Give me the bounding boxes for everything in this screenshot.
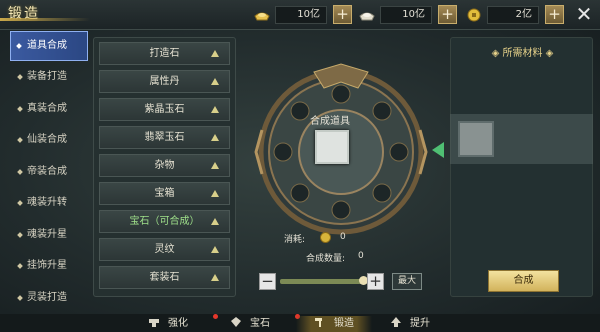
tab-spirit-equip-forge[interactable]: 灵装打造 xyxy=(0,282,88,314)
list-item-spirit-pattern[interactable]: 灵纹 xyxy=(99,238,230,261)
list-item-set-stone[interactable]: 套装石 xyxy=(99,266,230,289)
gold-amount: 10亿 xyxy=(275,5,327,24)
diamond-icon xyxy=(17,231,23,238)
add-coin-button[interactable]: + xyxy=(545,5,564,24)
category-tabs: 道具合成 装备打造 真装合成 仙装合成 帝装合成 魂装升转 魂装升星 挂饰升星 … xyxy=(0,31,88,313)
tab-ornament-star[interactable]: 挂饰升星 xyxy=(0,250,88,282)
quantity-value: 0 xyxy=(358,251,364,261)
tab-soul-equip-convert[interactable]: 魂装升转 xyxy=(0,187,88,219)
list-item-treasure-box[interactable]: 宝箱 xyxy=(99,182,230,205)
bottom-tab-gem[interactable]: 宝石 xyxy=(230,316,270,332)
cost-label: 消耗: xyxy=(284,235,306,245)
expand-arrow-icon xyxy=(211,78,219,85)
quantity-label: 合成数量: xyxy=(306,254,346,264)
upgrade-icon xyxy=(391,317,401,327)
expand-arrow-icon xyxy=(211,106,219,113)
list-item-amethyst-jade[interactable]: 紫晶玉石 xyxy=(99,98,230,121)
gem-icon xyxy=(231,317,241,327)
expand-arrow-icon xyxy=(211,274,219,281)
coin-icon xyxy=(320,232,331,243)
bottom-tab-enhance[interactable]: 强化 xyxy=(148,316,188,332)
diamond-icon xyxy=(16,43,22,49)
combine-item-label: 合成道具 xyxy=(310,116,350,127)
diamond-icon xyxy=(17,137,23,143)
silver-amount: 10亿 xyxy=(380,5,432,24)
tab-item-combine[interactable]: 道具合成 xyxy=(10,31,88,61)
list-item-forge-stone[interactable]: 打造石 xyxy=(99,42,230,65)
diamond-icon xyxy=(17,263,23,269)
diamond-icon xyxy=(17,168,23,175)
diamond-icon xyxy=(17,105,23,112)
resource-gold: 10亿 + xyxy=(253,4,352,25)
tab-soul-equip-star[interactable]: 魂装升星 xyxy=(0,219,88,251)
expand-arrow-icon xyxy=(211,162,219,169)
left-arrow-icon xyxy=(432,142,444,158)
expand-arrow-icon xyxy=(211,218,219,225)
notification-dot xyxy=(213,314,218,319)
hammer-icon xyxy=(315,318,322,327)
expand-arrow-icon xyxy=(211,246,219,253)
gold-ingot-icon xyxy=(254,12,270,20)
list-item-emerald-jade[interactable]: 翡翠玉石 xyxy=(99,126,230,149)
tab-true-equip-combine[interactable]: 真装合成 xyxy=(0,93,88,125)
compose-button[interactable]: 合成 xyxy=(488,270,559,292)
item-category-list: 打造石 属性丹 紫晶玉石 翡翠玉石 杂物 宝箱 宝石（可合成） 灵纹 套装石 xyxy=(93,37,236,297)
tab-equipment-forge[interactable]: 装备打造 xyxy=(0,61,88,93)
list-item-gem[interactable]: 宝石（可合成） xyxy=(99,210,230,233)
title-decoration xyxy=(0,18,90,21)
required-materials-panel: ◈ 所需材料 ◈ xyxy=(450,37,593,297)
quantity-slider[interactable] xyxy=(280,279,366,284)
max-quantity-button[interactable]: 最大 xyxy=(392,273,422,290)
diamond-icon xyxy=(17,200,23,206)
resource-silver: 10亿 + xyxy=(358,4,457,25)
list-item-attribute-pill[interactable]: 属性丹 xyxy=(99,70,230,93)
bottom-tab-upgrade[interactable]: 提升 xyxy=(390,316,430,332)
anvil-icon xyxy=(149,319,159,327)
expand-arrow-icon xyxy=(211,50,219,57)
diamond-icon xyxy=(17,294,23,301)
bottom-tab-forge[interactable]: 锻造 xyxy=(296,316,372,332)
add-gold-button[interactable]: + xyxy=(333,5,352,24)
target-item-slot[interactable] xyxy=(315,130,349,164)
required-materials-title: ◈ 所需材料 ◈ xyxy=(491,48,554,59)
increase-quantity-button[interactable]: + xyxy=(367,273,384,290)
expand-arrow-icon xyxy=(211,190,219,197)
top-bar: 锻造 10亿 + 10亿 + 2亿 + ✕ xyxy=(0,0,600,30)
cost-value: 0 xyxy=(340,232,346,242)
tab-emperor-equip-combine[interactable]: 帝装合成 xyxy=(0,156,88,188)
expand-arrow-icon xyxy=(211,134,219,141)
diamond-icon xyxy=(17,74,23,80)
material-slot[interactable] xyxy=(458,121,494,157)
tab-immortal-equip-combine[interactable]: 仙装合成 xyxy=(0,124,88,156)
forge-screen: 锻造 10亿 + 10亿 + 2亿 + ✕ 道具合成 装备打造 真装合成 仙装合… xyxy=(0,0,600,332)
decrease-quantity-button[interactable]: − xyxy=(259,273,276,290)
resource-coin: 2亿 + xyxy=(465,4,564,25)
close-icon[interactable]: ✕ xyxy=(574,4,594,25)
list-item-misc[interactable]: 杂物 xyxy=(99,154,230,177)
add-silver-button[interactable]: + xyxy=(438,5,457,24)
coin-amount: 2亿 xyxy=(487,5,539,24)
coin-icon xyxy=(467,8,481,21)
silver-ingot-icon xyxy=(359,12,375,20)
